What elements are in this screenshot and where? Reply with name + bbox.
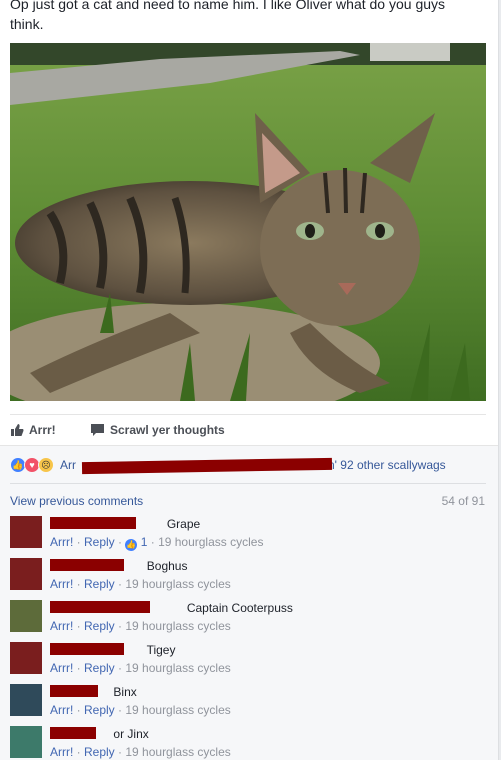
comment-name-row: xxxxxxxxxxxxxxxxx Grape: [50, 516, 263, 532]
comment-reply-link[interactable]: Reply: [84, 661, 115, 675]
comment-icon: [91, 424, 104, 436]
post-actions: Arrr! Scrawl yer thoughts: [10, 414, 486, 444]
comment-text: or Jinx: [113, 727, 149, 741]
comment-meta: Arrr! · Reply · 19 hourglass cycles: [50, 745, 231, 759]
comment-item: xxxxxxxxxxxxxxxxx Grape Arrr! · Reply · …: [10, 516, 486, 556]
reactions-summary[interactable]: 👍 ♥ ☹ Arrxxxxxxxxxxxxxxxxxxxxxxxxxxxxxxx…: [10, 456, 480, 475]
cat-photo-image: [10, 43, 486, 401]
comment-item: xxxxxxxxx or Jinx Arrr! · Reply · 19 hou…: [10, 726, 486, 760]
avatar[interactable]: [10, 726, 42, 758]
like-button[interactable]: Arrr!: [10, 421, 56, 439]
thumbs-up-icon: 👍: [125, 539, 138, 551]
comment-body: xxxxxxxxxxxxxxxxxxxx Captain Cooterpuss …: [50, 600, 293, 634]
redaction-mark: [50, 727, 96, 739]
avatar[interactable]: [10, 558, 42, 590]
comment-like-link[interactable]: Arrr!: [50, 703, 73, 717]
redaction-mark: [50, 643, 124, 655]
comment-reply-link[interactable]: Reply: [84, 619, 115, 633]
comment-meta: Arrr! · Reply · 19 hourglass cycles: [50, 703, 231, 717]
comment-item: xxxxxxxxxxxxxx Boghus Arrr! · Reply · 19…: [10, 558, 486, 598]
avatar[interactable]: [10, 684, 42, 716]
comment-time[interactable]: 19 hourglass cycles: [125, 703, 230, 717]
comment-like-link[interactable]: Arrr!: [50, 577, 73, 591]
comment-text: Captain Cooterpuss: [186, 601, 293, 615]
comment-button[interactable]: Scrawl yer thoughts: [90, 421, 225, 439]
feedback-section: 👍 ♥ ☹ Arrxxxxxxxxxxxxxxxxxxxxxxxxxxxxxxx…: [0, 445, 498, 760]
comment-reply-link[interactable]: Reply: [84, 577, 115, 591]
comment-text: Boghus: [146, 559, 188, 573]
comment-item: xxxxxxxxxxxxxxxxxxxx Captain Cooterpuss …: [10, 600, 486, 640]
comment-name-row: xxxxxxxxxxxxxx Tigey: [50, 642, 231, 658]
redaction-mark: [50, 685, 98, 697]
redaction-mark: [50, 517, 136, 529]
comment-item: xxxxxxxxx Binx Arrr! · Reply · 19 hourgl…: [10, 684, 486, 724]
avatar[interactable]: [10, 642, 42, 674]
comment-text: Binx: [113, 685, 137, 699]
avatar[interactable]: [10, 516, 42, 548]
like-label: Arrr!: [29, 423, 56, 437]
comment-time[interactable]: 19 hourglass cycles: [158, 535, 263, 549]
comment-like-link[interactable]: Arrr!: [50, 745, 73, 759]
comment-meta: Arrr! · Reply · 19 hourglass cycles: [50, 661, 231, 675]
cat-photo[interactable]: [10, 43, 486, 401]
redaction-mark: [50, 559, 124, 571]
reactions-text[interactable]: Arrxxxxxxxxxxxxxxxxxxxxxxxxxxxxxxxxxxxxx…: [60, 457, 446, 475]
reactions-prefix: Arr: [60, 458, 76, 472]
post-text: Op just got a cat and need to name him. …: [10, 0, 446, 32]
avatar[interactable]: [10, 600, 42, 632]
comment-time[interactable]: 19 hourglass cycles: [125, 745, 230, 759]
view-previous-comments-link[interactable]: View previous comments: [10, 494, 143, 508]
comment-time[interactable]: 19 hourglass cycles: [125, 619, 230, 633]
comment-name-row: xxxxxxxxx or Jinx: [50, 726, 231, 742]
comment-like-link[interactable]: Arrr!: [50, 535, 73, 549]
comment-label: Scrawl yer thoughts: [110, 423, 225, 437]
comment-like-link[interactable]: Arrr!: [50, 661, 73, 675]
post-card: Op just got a cat and need to name him. …: [0, 0, 499, 760]
redaction-mark: [50, 601, 150, 613]
comment-reaction-count[interactable]: 1: [141, 535, 148, 549]
comment-meta: Arrr! · Reply · 19 hourglass cycles: [50, 577, 231, 591]
comments-counter: 54 of 91: [441, 494, 485, 508]
comment-name-row: xxxxxxxxxxxxxx Boghus: [50, 558, 231, 574]
thumbs-up-icon: [11, 424, 24, 436]
divider: [10, 483, 486, 484]
comment-meta: Arrr! · Reply · 👍 1 · 19 hourglass cycle…: [50, 535, 264, 551]
comment-body: xxxxxxxxxxxxxx Boghus Arrr! · Reply · 19…: [50, 558, 231, 592]
comment-name-row: xxxxxxxxxxxxxxxxxxxx Captain Cooterpuss: [50, 600, 293, 616]
comment-text: Grape: [166, 517, 201, 531]
reactions-suffix: n' 92 other scallywags: [328, 458, 446, 472]
comment-meta: Arrr! · Reply · 19 hourglass cycles: [50, 619, 231, 633]
sad-reaction-icon: ☹: [38, 457, 54, 473]
comment-reply-link[interactable]: Reply: [84, 745, 115, 759]
comment-reply-link[interactable]: Reply: [84, 535, 115, 549]
comment-time[interactable]: 19 hourglass cycles: [125, 577, 230, 591]
comment-reply-link[interactable]: Reply: [84, 703, 115, 717]
comment-body: xxxxxxxxxxxxxx Tigey Arrr! · Reply · 19 …: [50, 642, 231, 676]
comment-name-row: xxxxxxxxx Binx: [50, 684, 231, 700]
comment-body: xxxxxxxxx Binx Arrr! · Reply · 19 hourgl…: [50, 684, 231, 718]
comment-like-link[interactable]: Arrr!: [50, 619, 73, 633]
comment-body: xxxxxxxxxxxxxxxxx Grape Arrr! · Reply · …: [50, 516, 263, 551]
comment-text: Tigey: [146, 643, 176, 657]
comment-body: xxxxxxxxx or Jinx Arrr! · Reply · 19 hou…: [50, 726, 231, 760]
comment-item: xxxxxxxxxxxxxx Tigey Arrr! · Reply · 19 …: [10, 642, 486, 682]
comment-time[interactable]: 19 hourglass cycles: [125, 661, 230, 675]
